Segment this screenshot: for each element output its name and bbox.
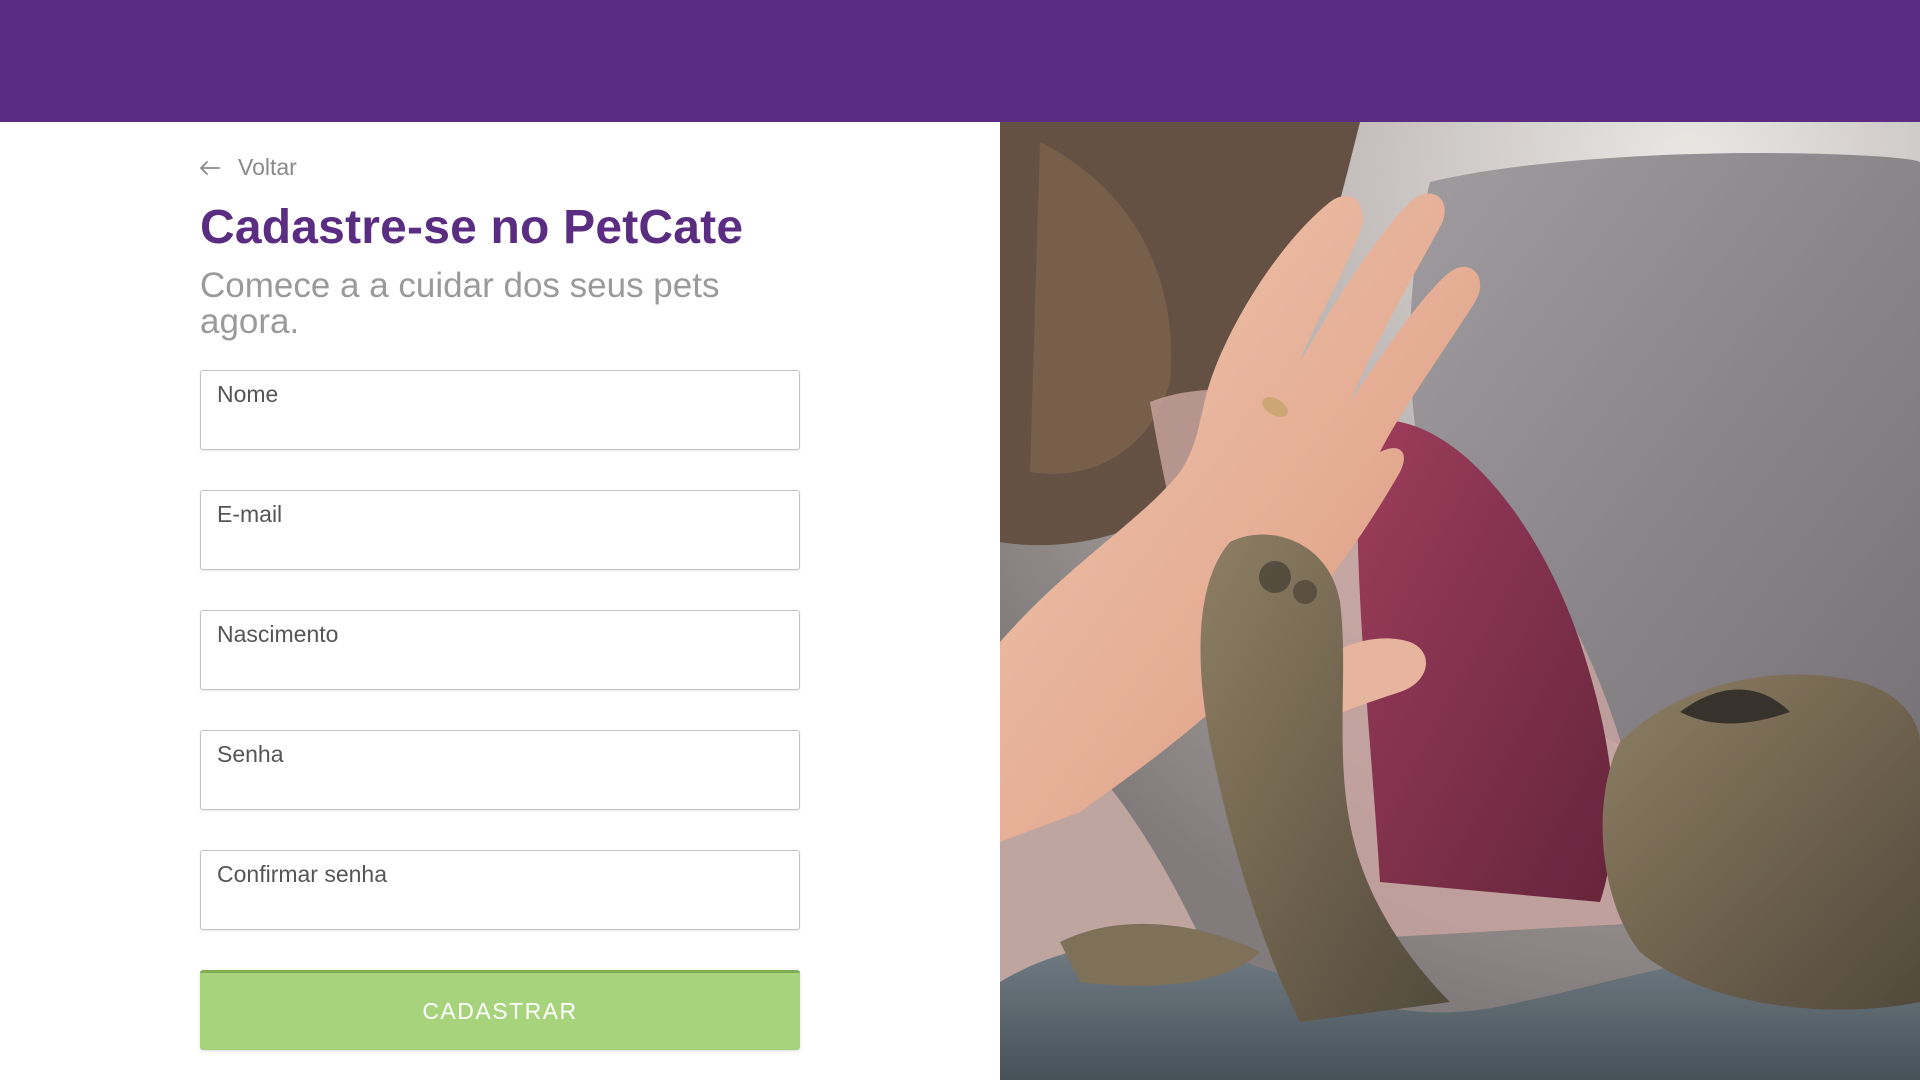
birthdate-input[interactable] [217,649,783,681]
name-field[interactable]: Nome [200,370,800,450]
back-link[interactable]: Voltar [200,154,297,181]
birthdate-field[interactable]: Nascimento [200,610,800,690]
password-input[interactable] [217,769,783,801]
email-field[interactable]: E-mail [200,490,800,570]
birthdate-field-label: Nascimento [217,621,339,647]
password-field[interactable]: Senha [200,730,800,810]
confirm-password-field-label: Confirmar senha [217,861,388,887]
signup-button[interactable]: CADASTRAR [200,970,800,1050]
page-title: Cadastre-se no PetCate [200,201,744,254]
hand-and-cat-paw-photo [1000,122,1920,1080]
signup-page: Voltar Cadastre-se no PetCate Comece a a… [0,0,1920,1080]
confirm-password-field[interactable]: Confirmar senha [200,850,800,930]
email-input[interactable] [217,529,783,561]
page-subtitle: Comece a a cuidar dos seus pets agora. [200,266,720,341]
arrow-left-icon [200,160,220,175]
top-bar [0,0,1920,122]
back-link-label: Voltar [238,154,297,180]
hero-photo [1000,122,1920,1080]
name-field-label: Nome [217,381,279,407]
email-field-label: E-mail [217,501,283,527]
confirm-password-input[interactable] [217,889,783,921]
name-input[interactable] [217,409,783,441]
password-field-label: Senha [217,741,284,767]
